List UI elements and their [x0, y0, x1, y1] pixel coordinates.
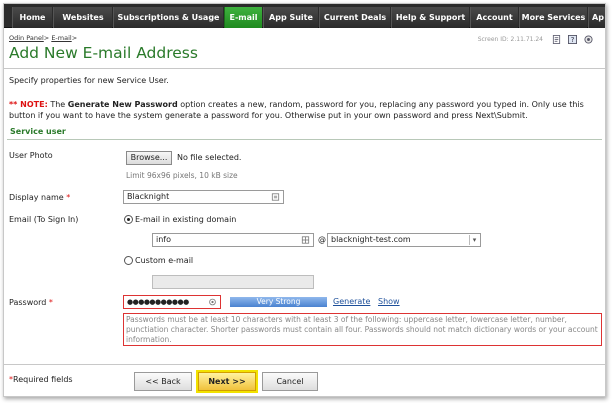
password-reveal-icon[interactable] [208, 298, 217, 306]
radio-existing-domain[interactable] [124, 215, 133, 224]
footer-divider [4, 364, 605, 365]
tab-email[interactable]: E-mail [224, 7, 262, 28]
back-button[interactable]: << Back [134, 372, 192, 391]
chevron-down-icon[interactable]: ▾ [469, 235, 479, 245]
tab-more-services[interactable]: More Services [519, 7, 587, 28]
at-sign: @ [318, 235, 326, 244]
svg-text:?: ? [571, 35, 575, 44]
email-local-part-input[interactable]: info [152, 233, 314, 247]
generate-password-link[interactable]: Generate [333, 297, 370, 306]
app-window: Home Websites Subscriptions & Usage E-ma… [3, 3, 606, 397]
settings-icon[interactable] [584, 35, 593, 44]
display-name-label-text: Display name [9, 193, 64, 202]
password-note: ** NOTE: The Generate New Password optio… [9, 99, 601, 121]
top-nav-bar: Home Websites Subscriptions & Usage E-ma… [4, 4, 605, 28]
next-button[interactable]: Next >> [196, 370, 258, 393]
show-password-link[interactable]: Show [378, 297, 400, 306]
screen-id: Screen ID: 2.11.71.24 [477, 36, 543, 43]
required-fields-note: *Required fields [9, 375, 73, 384]
input-grid-icon [301, 236, 310, 244]
existing-domain-label: E-mail in existing domain [135, 215, 237, 224]
required-mark: * [48, 298, 53, 307]
photo-limit-hint: Limit 96x96 pixels, 10 kB size [126, 171, 238, 180]
custom-email-label: Custom e-mail [135, 256, 194, 265]
tab-help-support[interactable]: Help & Support [391, 7, 469, 28]
help-icon[interactable]: ? [568, 35, 577, 44]
password-label: Password * [9, 298, 53, 307]
password-input[interactable]: ●●●●●●●●●●● [123, 295, 221, 309]
display-name-value: Blacknight [127, 192, 170, 201]
domain-select[interactable]: blacknight-test.com ▾ [327, 233, 481, 247]
email-local-part-value: info [156, 235, 172, 244]
intro-text: Specify properties for new Service User. [9, 76, 169, 85]
note-bold: Generate New Password [67, 100, 178, 109]
password-masked-value: ●●●●●●●●●●● [127, 298, 189, 306]
browse-button[interactable]: Browse... [126, 151, 172, 165]
radio-custom-email[interactable] [124, 256, 133, 265]
tab-account[interactable]: Account [470, 7, 518, 28]
breadcrumb-email[interactable]: E-mail [51, 34, 71, 42]
section-service-user: Service user [7, 126, 602, 140]
breadcrumb: Odin Panel> E-mail> [9, 34, 77, 42]
file-status: No file selected. [177, 153, 242, 162]
tab-subscriptions-usage[interactable]: Subscriptions & Usage [113, 7, 223, 28]
note-prefix: ** NOTE: [9, 100, 48, 109]
tab-current-deals[interactable]: Current Deals [319, 7, 390, 28]
display-name-label: Display name * [9, 193, 70, 202]
tab-app-suite[interactable]: App Suite [263, 7, 318, 28]
required-fields-text: Required fields [13, 375, 73, 384]
password-strength-meter: Very Strong [230, 297, 327, 307]
document-icon[interactable] [552, 35, 561, 44]
note-text-a: The [47, 100, 68, 109]
domain-value: blacknight-test.com [331, 235, 411, 244]
required-mark: * [66, 193, 71, 202]
header-divider [4, 68, 605, 69]
cancel-button[interactable]: Cancel [262, 372, 318, 391]
breadcrumb-separator: > [71, 34, 78, 42]
email-label: Email (To Sign In) [9, 215, 79, 224]
tab-ap-truncated[interactable]: Ap [588, 7, 605, 28]
tab-home[interactable]: Home [12, 7, 52, 28]
breadcrumb-odin-panel[interactable]: Odin Panel [9, 34, 44, 42]
tab-websites[interactable]: Websites [53, 7, 112, 28]
input-card-icon [271, 193, 280, 201]
password-rules-hint: Passwords must be at least 10 characters… [123, 313, 602, 346]
breadcrumb-separator: > [43, 34, 50, 42]
password-label-text: Password [9, 298, 47, 307]
user-photo-label: User Photo [9, 151, 53, 160]
page-title: Add New E-mail Address [9, 44, 198, 62]
custom-email-input[interactable] [152, 275, 314, 289]
display-name-input[interactable]: Blacknight [123, 190, 284, 204]
